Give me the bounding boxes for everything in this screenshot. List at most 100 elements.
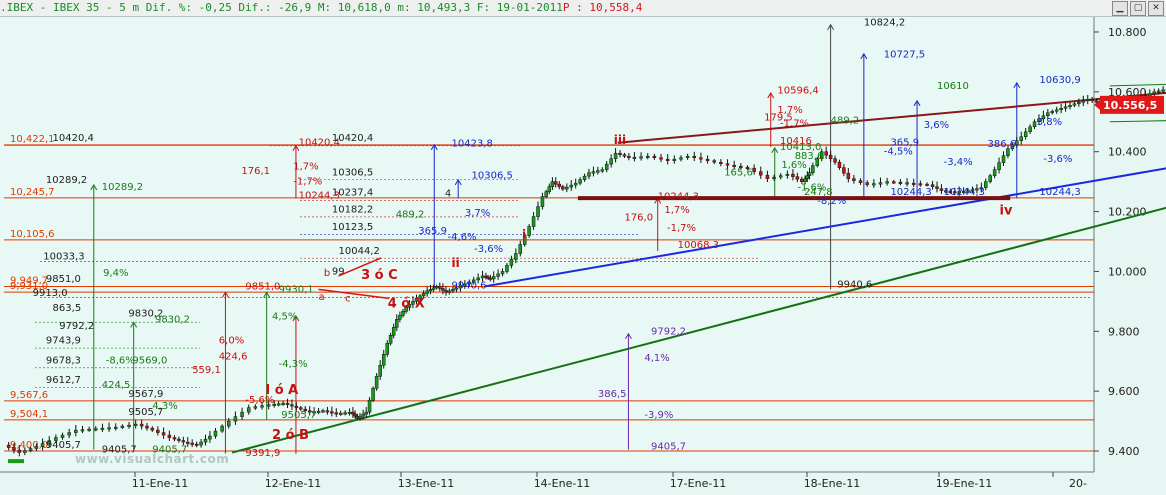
- candle-body: [367, 399, 372, 413]
- candle-body: [582, 175, 587, 180]
- chart-annotation: 4: [445, 189, 451, 200]
- candle-body: [918, 183, 923, 186]
- chart-annotation: 10727,5: [884, 49, 925, 60]
- candle-body: [1046, 112, 1050, 117]
- candle-body: [898, 181, 903, 184]
- chart-annotation: 10306,5: [332, 168, 373, 179]
- candle-body: [425, 290, 429, 294]
- candle-body: [120, 425, 125, 428]
- candle-body: [361, 413, 365, 417]
- candle-body: [550, 181, 555, 187]
- close-button[interactable]: ✕: [1148, 1, 1164, 16]
- candle-body: [491, 276, 496, 280]
- last-price-label: 10.556,5: [1103, 99, 1157, 112]
- candle-body: [685, 155, 690, 158]
- candle-body: [28, 448, 33, 451]
- chart-annotation: -1,7%: [780, 118, 809, 129]
- candle-body: [364, 411, 368, 415]
- chart-annotation: 4,1%: [644, 353, 669, 364]
- candle-body: [600, 169, 605, 172]
- candle-body: [428, 289, 433, 292]
- chart-annotation: 10244,3: [1039, 187, 1080, 198]
- chart-annotation: 3,8%: [1037, 117, 1062, 128]
- candle-body: [1068, 105, 1072, 108]
- candle-body: [824, 151, 828, 156]
- candle-body: [6, 444, 11, 448]
- candle-body: [803, 178, 807, 182]
- chart-annotation: 424,5: [102, 380, 131, 391]
- maximize-button[interactable]: ▢: [1130, 1, 1146, 16]
- chart-annotation: 9930,1: [279, 284, 314, 295]
- candle-body: [444, 290, 448, 293]
- chart-annotation: 489,2: [396, 210, 425, 221]
- price-chart[interactable]: 9.4009.6009.80010.00010.20010.40010.6001…: [0, 17, 1166, 495]
- candle-body: [167, 434, 172, 438]
- chart-annotation: 3,6%: [924, 120, 949, 131]
- candle-body: [172, 437, 177, 440]
- chart-annotation: 6,0%: [219, 335, 244, 346]
- x-tick-label: 20-: [1069, 477, 1087, 490]
- chart-annotation: 386,5: [598, 389, 627, 400]
- candle-body: [705, 158, 710, 161]
- candle-body: [1152, 91, 1156, 95]
- y-tick-label: 9.400: [1108, 445, 1140, 458]
- candle-body: [17, 449, 22, 453]
- candle-body: [1090, 99, 1094, 102]
- candle-body: [23, 450, 27, 453]
- level-label: 9,504,1: [10, 409, 48, 420]
- candle-body: [34, 446, 39, 449]
- candle-body: [811, 165, 815, 173]
- chart-annotation: 9567,9: [128, 389, 163, 400]
- candle-body: [645, 155, 650, 158]
- candle-body: [150, 427, 155, 431]
- candle-body: [587, 172, 591, 177]
- chart-annotation: -4,3%: [279, 359, 308, 370]
- candle-body: [1161, 89, 1165, 92]
- candle-body: [87, 428, 91, 431]
- level-label: 10,422,1: [10, 134, 55, 145]
- chart-annotation: i: [522, 228, 526, 242]
- candle-body: [500, 271, 505, 275]
- chart-annotation: 10068,3: [678, 240, 719, 251]
- x-tick-label: 17-Ene-11: [670, 477, 727, 490]
- candle-body: [438, 286, 442, 289]
- candle-body: [712, 160, 716, 163]
- candle-body: [800, 178, 804, 182]
- chart-annotation: 10033,3: [43, 251, 84, 262]
- chart-annotation: -3,6%: [474, 244, 503, 255]
- candle-body: [100, 427, 105, 430]
- candle-body: [858, 180, 863, 183]
- chart-annotation: 9792,2: [59, 321, 94, 332]
- chart-annotation: -3,4%: [944, 157, 973, 168]
- candle-body: [1050, 111, 1055, 114]
- candle-body: [381, 354, 386, 366]
- chart-annotation: 386,6: [988, 139, 1017, 150]
- candle-body: [609, 158, 613, 165]
- candle-body: [1085, 99, 1090, 102]
- candle-body: [186, 441, 190, 444]
- candle-body: [240, 411, 244, 417]
- chart-annotation: 10420,4: [332, 133, 373, 144]
- candle-body: [878, 182, 883, 185]
- candle-body: [374, 375, 379, 389]
- chart-annotation: 9851,0: [245, 281, 280, 292]
- candle-body: [156, 429, 160, 433]
- candle-body: [80, 429, 85, 432]
- candle-body: [604, 163, 609, 170]
- candle-body: [1063, 106, 1068, 109]
- chart-annotation: 9792,2: [651, 326, 686, 337]
- candle-body: [785, 173, 790, 176]
- candle-body: [488, 277, 493, 280]
- chart-annotation: c: [345, 293, 351, 304]
- chart-annotation: 559,1: [192, 365, 221, 376]
- candle-body: [842, 167, 846, 174]
- candle-body: [220, 425, 224, 432]
- candle-body: [892, 181, 896, 184]
- chart-annotation: -8,6%: [106, 355, 135, 366]
- candle-body: [281, 402, 285, 405]
- minimize-button[interactable]: ▁: [1112, 1, 1128, 16]
- candle-body: [939, 188, 944, 191]
- x-tick-label: 14-Ene-11: [534, 477, 591, 490]
- candle-body: [925, 183, 929, 186]
- chart-annotation: 10596,4: [777, 85, 818, 96]
